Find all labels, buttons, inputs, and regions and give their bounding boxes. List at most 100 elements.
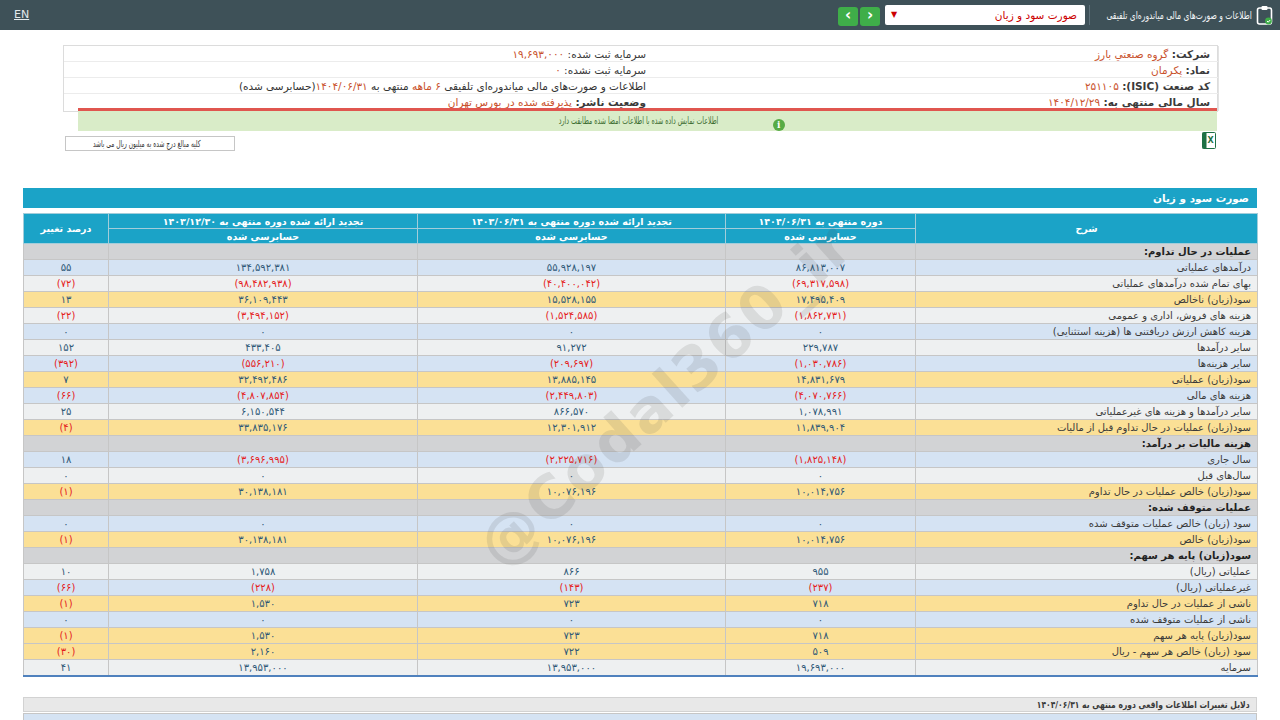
value-cell: ۱۲,۳۰۱,۹۱۲: [418, 420, 726, 436]
pct-change-cell: (۱): [24, 532, 109, 548]
unregistered-capital-label: سرمایه ثبت نشده:: [564, 64, 646, 76]
footer-partial-row: [23, 713, 1257, 720]
statement-row: سود (زیان) خالص عملیات متوقف شده۰۰۰۰: [24, 516, 1258, 532]
value-cell: ۸۶۶,۵۷۰: [418, 404, 726, 420]
section-row: هزینه مالیات بر درآمد:: [24, 436, 1258, 452]
statement-row: ناشی از عملیات در حال تداوم۷۱۸۷۲۳۱,۵۳۰(۱…: [24, 596, 1258, 612]
income-statement-table: شرح دوره منتهی به ۱۴۰۴/۰۶/۳۱ تجدید ارائه…: [23, 213, 1258, 677]
pct-change-cell: [24, 548, 109, 564]
report-period-date: ۱۴۰۴/۰۶/۳۱: [316, 80, 368, 92]
pct-change-cell: ۱۸: [24, 452, 109, 468]
statement-body: عملیات در حال تداوم:درآمدهای عملیاتی۸۶,۸…: [24, 244, 1258, 677]
value-cell: (۲۲۸): [109, 580, 418, 596]
value-cell: [726, 548, 916, 564]
value-cell: ۱۹,۶۹۳,۰۰۰: [726, 660, 916, 677]
row-label: سرمایه: [916, 660, 1258, 677]
info-icon: i: [773, 119, 785, 131]
footer-section-bar: دلایل تغییرات اطلاعات واقعی دوره منتهی ب…: [23, 697, 1257, 712]
value-cell: (۲,۴۴۹,۸۰۳): [418, 388, 726, 404]
row-label: ناشی از عملیات در حال تداوم: [916, 596, 1258, 612]
col-subheader-audited3: حسابرسی شده: [109, 229, 418, 244]
statement-row: سود(زیان) عملیات در حال تداوم قبل از مال…: [24, 420, 1258, 436]
value-cell: ۸۶,۸۱۳,۰۰۷: [726, 260, 916, 276]
registered-capital-label: سرمایه ثبت شده:: [568, 48, 646, 60]
value-cell: (۲۰۹,۶۹۷): [418, 356, 726, 372]
value-cell: (۵۵۶,۲۱۰): [109, 356, 418, 372]
value-cell: (۲۳۷): [726, 580, 916, 596]
pct-change-cell: (۱): [24, 484, 109, 500]
unregistered-capital-row: سرمایه ثبت نشده: ۰: [64, 62, 654, 78]
next-statement-button[interactable]: ›: [860, 7, 880, 26]
report-title-part: اطلاعات و صورت‌های مالی میاندوره‌ای تلفی…: [441, 80, 646, 92]
language-toggle-en[interactable]: EN: [14, 8, 29, 21]
col-header-period3: تجدید ارائه شده دوره منتهی به ۱۴۰۳/۱۲/۳۰: [109, 214, 418, 229]
value-cell: [109, 436, 418, 452]
company-name-link[interactable]: گروه صنعتي بارز: [1095, 48, 1168, 60]
value-cell: ۰: [726, 516, 916, 532]
statement-row: سود(زیان) عملیاتی۱۴,۸۳۱,۶۷۹۱۳,۸۸۵,۱۴۵۳۲,…: [24, 372, 1258, 388]
fiscal-year-label: سال مالی منتهی به:: [1104, 96, 1211, 108]
excel-export-icon[interactable]: X: [1202, 132, 1216, 149]
statement-row: درآمدهای عملیاتی۸۶,۸۱۳,۰۰۷۵۵,۹۲۸,۱۹۷۱۳۴,…: [24, 260, 1258, 276]
col-subheader-audited1: حسابرسی شده: [726, 229, 916, 244]
isic-value: ۲۵۱۱۰۵: [1085, 80, 1119, 92]
row-label: سود(زیان) خالص عملیات در حال تداوم: [916, 484, 1258, 500]
statement-select-dropdown[interactable]: صورت سود و زیان ▼: [885, 5, 1085, 25]
value-cell: ۷۲۳: [418, 596, 726, 612]
value-cell: ۰: [418, 468, 726, 484]
statement-select-value: صورت سود و زیان: [995, 5, 1077, 25]
value-cell: ۱۰,۰۷۶,۱۹۶: [418, 532, 726, 548]
pct-change-cell: ۰: [24, 612, 109, 628]
row-label: هزینه های مالی: [916, 388, 1258, 404]
section-row: سود(زیان) پایه هر سهم:: [24, 548, 1258, 564]
statement-row: سرمایه۱۹,۶۹۳,۰۰۰۱۳,۹۵۳,۰۰۰۱۳,۹۵۳,۰۰۰۴۱: [24, 660, 1258, 677]
value-cell: [109, 500, 418, 516]
value-cell: ۱۳,۹۵۳,۰۰۰: [418, 660, 726, 677]
value-cell: ۳۰,۱۳۸,۱۸۱: [109, 532, 418, 548]
row-label: ناشی از عملیات متوقف شده: [916, 612, 1258, 628]
notice-text: اطلاعات نمایش داده شده با اطلاعات امضا ش…: [559, 111, 718, 131]
value-cell: (۲,۲۲۵,۷۱۶): [418, 452, 726, 468]
value-cell: [418, 500, 726, 516]
value-cell: ۱۳۴,۵۹۲,۳۸۱: [109, 260, 418, 276]
pct-change-cell: ۷: [24, 372, 109, 388]
value-cell: ۳۰,۱۳۸,۱۸۱: [109, 484, 418, 500]
pct-change-cell: (۶۶): [24, 388, 109, 404]
statement-row: سایر هزینه‌ها(۱,۰۳۰,۷۸۶)(۲۰۹,۶۹۷)(۵۵۶,۲۱…: [24, 356, 1258, 372]
page-title: اطلاعات و صورت‌های مالی میاندوره‌ای تلفی…: [1107, 9, 1252, 21]
value-cell: ۶,۱۵۰,۵۴۴: [109, 404, 418, 420]
row-label: سود(زیان) پایه هر سهم:: [916, 548, 1258, 564]
pct-change-cell: ۱۰: [24, 564, 109, 580]
prev-statement-button[interactable]: ‹: [838, 7, 858, 26]
value-cell: (۴۰,۴۰۰,۰۴۲): [418, 276, 726, 292]
value-cell: ۳۲,۴۹۲,۴۸۶: [109, 372, 418, 388]
statement-row: سال‌های قبل۰۰۰۰: [24, 468, 1258, 484]
svg-text:X: X: [1207, 136, 1214, 145]
row-label: درآمدهای عملیاتی: [916, 260, 1258, 276]
value-cell: ۵۵,۹۲۸,۱۹۷: [418, 260, 726, 276]
value-cell: ۲,۱۶۰: [109, 644, 418, 660]
value-cell: ۰: [418, 324, 726, 340]
pct-change-cell: [24, 500, 109, 516]
pct-change-cell: ۲۵: [24, 404, 109, 420]
company-info-right-column: شرکت: گروه صنعتي بارز نماد: پکرمان کد صن…: [654, 46, 1219, 111]
currency-unit-text: کلیه مبالغ درج شده به میلیون ریال می باش…: [93, 137, 201, 150]
report-period-length: ۶ ماهه: [412, 80, 441, 92]
symbol-row: نماد: پکرمان: [654, 62, 1218, 78]
isic-row: کد صنعت (ISIC): ۲۵۱۱۰۵: [654, 78, 1218, 94]
report-clipboard-icon: [1256, 5, 1273, 25]
value-cell: ۰: [418, 612, 726, 628]
row-label: سود(زیان) عملیاتی: [916, 372, 1258, 388]
value-cell: ۷۱۸: [726, 596, 916, 612]
currency-unit-note: کلیه مبالغ درج شده به میلیون ریال می باش…: [65, 136, 235, 151]
value-cell: ۱۱,۸۳۹,۹۰۴: [726, 420, 916, 436]
statement-row: غیرعملیاتی (ریال)(۲۳۷)(۱۴۳)(۲۲۸)(۶۶): [24, 580, 1258, 596]
row-label: عملیات در حال تداوم:: [916, 244, 1258, 260]
value-cell: ۷۱۸: [726, 628, 916, 644]
footer-section-title: دلایل تغییرات اطلاعات واقعی دوره منتهی ب…: [1030, 698, 1256, 711]
value-cell: ۱,۵۳۰: [109, 628, 418, 644]
pct-change-cell: ۰: [24, 468, 109, 484]
statement-row: سال جاری(۱,۸۲۵,۱۴۸)(۲,۲۲۵,۷۱۶)(۳,۶۹۶,۹۹۵…: [24, 452, 1258, 468]
statement-row: هزینه های مالی(۴,۰۷۰,۷۶۶)(۲,۴۴۹,۸۰۳)(۴,۸…: [24, 388, 1258, 404]
company-row: شرکت: گروه صنعتي بارز: [654, 46, 1218, 62]
